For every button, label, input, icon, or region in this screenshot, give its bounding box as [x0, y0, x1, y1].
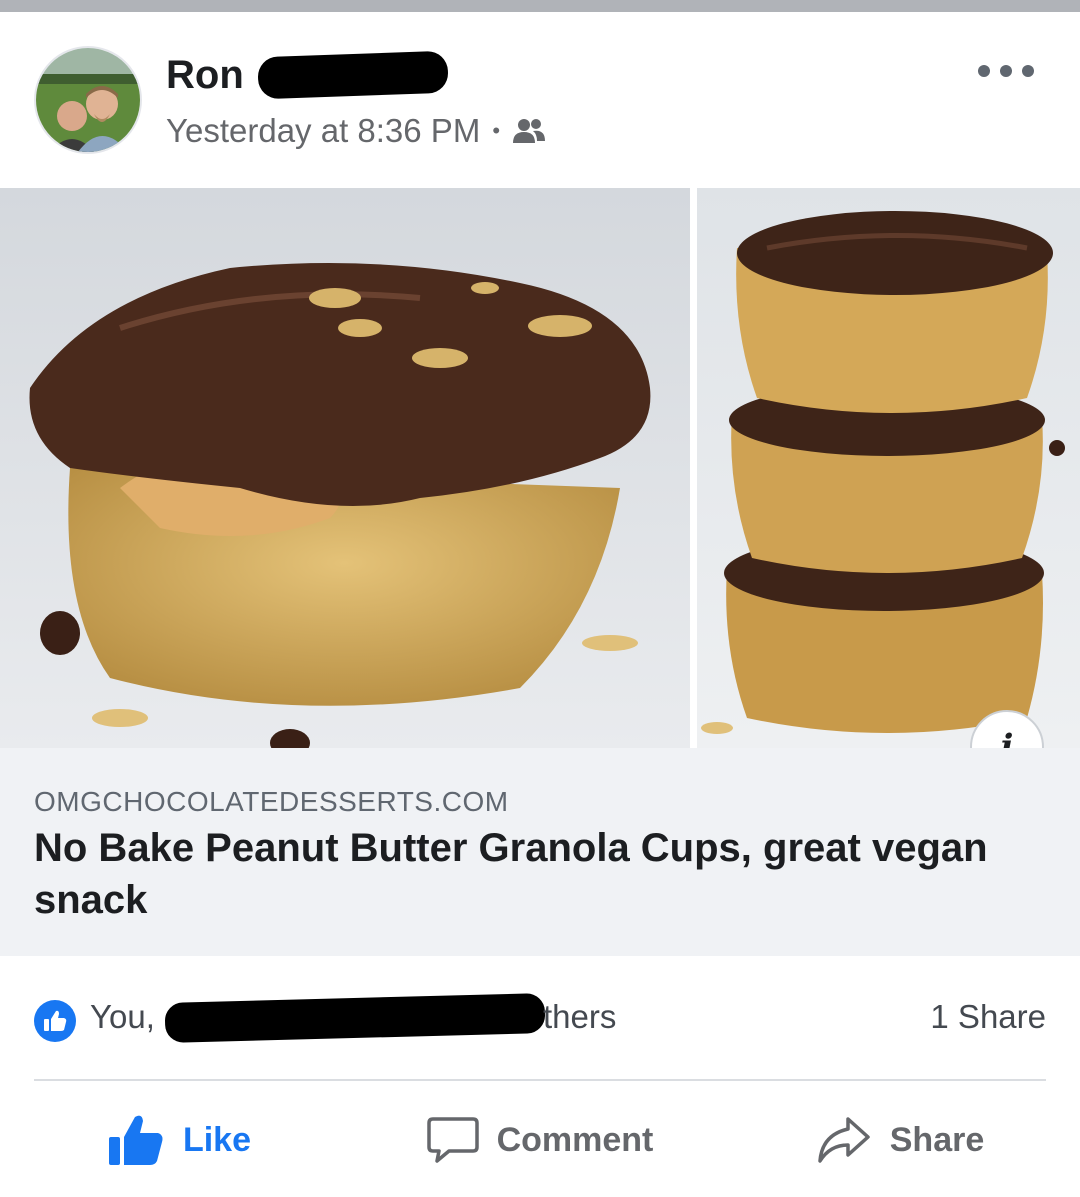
like-button[interactable]: Like — [0, 1090, 360, 1190]
share-button[interactable]: Share — [720, 1090, 1080, 1190]
post-meta: Yesterday at 8:36 PM • — [166, 112, 546, 150]
share-label: Share — [889, 1120, 985, 1159]
divider — [34, 1079, 1046, 1081]
share-count[interactable]: 1 Share — [930, 998, 1046, 1036]
engagement-bar: You, thers 1 Share — [0, 976, 1080, 1066]
stacked-granola-cups-image — [697, 188, 1080, 748]
thumbs-up-icon — [44, 1010, 67, 1031]
comment-button[interactable]: Comment — [360, 1090, 720, 1190]
more-options-icon[interactable] — [978, 60, 1034, 82]
dot-icon — [978, 65, 990, 77]
share-icon — [818, 1117, 870, 1163]
author-name-row[interactable]: Ron — [166, 50, 449, 100]
redaction-mark — [257, 50, 449, 100]
reactions-suffix[interactable]: thers — [543, 998, 616, 1036]
meta-separator: • — [492, 118, 501, 143]
author-name[interactable]: Ron — [166, 53, 244, 98]
post-header: Ron Yesterday at 8:36 PM • — [0, 12, 1080, 188]
status-strip — [0, 0, 1080, 12]
post-photo-secondary[interactable] — [697, 188, 1080, 748]
link-preview[interactable]: OMGCHOCOLATEDESSERTS.COM No Bake Peanut … — [0, 748, 1080, 956]
avatar-photo — [36, 48, 140, 152]
link-domain: OMGCHOCOLATEDESSERTS.COM — [34, 786, 509, 817]
like-reaction-icon[interactable] — [34, 1000, 76, 1042]
post-timestamp[interactable]: Yesterday at 8:36 PM — [166, 112, 480, 150]
post-actions: Like Comment Share — [0, 1090, 1080, 1190]
granola-cup-closeup-image — [0, 188, 690, 748]
author-avatar[interactable] — [34, 46, 142, 154]
link-title[interactable]: No Bake Peanut Butter Granola Cups, grea… — [34, 822, 1044, 926]
comment-label: Comment — [496, 1120, 654, 1159]
comment-icon — [426, 1117, 479, 1163]
like-label: Like — [182, 1120, 252, 1159]
dot-icon — [1000, 65, 1012, 77]
post-photo-main[interactable] — [0, 188, 690, 748]
dot-icon — [1022, 65, 1034, 77]
friends-icon[interactable] — [512, 117, 546, 145]
thumbs-up-icon — [108, 1115, 163, 1165]
reactions-prefix[interactable]: You, — [90, 998, 155, 1036]
redaction-mark — [164, 993, 546, 1043]
